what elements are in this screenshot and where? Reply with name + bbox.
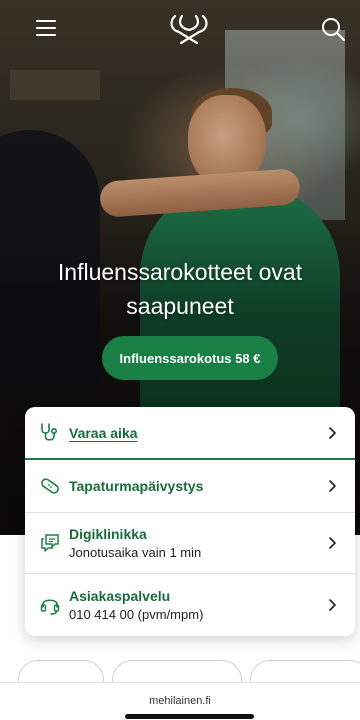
home-indicator[interactable] bbox=[125, 714, 254, 719]
top-navigation bbox=[0, 0, 360, 60]
hero-headline-line2: saapuneet bbox=[126, 293, 234, 319]
hero-headline: Influenssarokotteet ovat saapuneet bbox=[0, 255, 360, 323]
headset-icon bbox=[40, 598, 60, 615]
quick-link-customer-service[interactable]: Asiakaspalvelu 010 414 00 (pvm/mpm) bbox=[25, 574, 355, 635]
flu-vaccine-button[interactable]: Influenssarokotus 58 € bbox=[102, 336, 278, 380]
quick-links-card: Varaa aika Tapaturmapäivystys Digiklinik… bbox=[25, 407, 355, 636]
chevron-right-icon bbox=[329, 537, 336, 549]
hero-headline-line1: Influenssarokotteet ovat bbox=[57, 259, 303, 285]
bandage-icon bbox=[41, 478, 59, 494]
quick-link-digital-clinic[interactable]: Digiklinikka Jonotusaika vain 1 min bbox=[25, 513, 355, 574]
chevron-right-icon bbox=[329, 598, 336, 611]
chevron-right-icon bbox=[329, 426, 336, 439]
chat-icon bbox=[41, 534, 59, 552]
mehilainen-logo[interactable] bbox=[167, 12, 211, 46]
chevron-right-icon bbox=[329, 480, 336, 492]
quick-link-title: Digiklinikka bbox=[69, 526, 147, 542]
hamburger-menu-icon[interactable] bbox=[36, 20, 56, 36]
quick-link-subtitle: 010 414 00 (pvm/mpm) bbox=[69, 606, 204, 622]
quick-link-title: Tapaturmapäivystys bbox=[69, 478, 204, 494]
quick-link-title: Asiakaspalvelu bbox=[69, 587, 171, 604]
quick-link-subtitle: Jonotusaika vain 1 min bbox=[69, 545, 202, 560]
browser-url: mehilainen.fi bbox=[149, 695, 211, 707]
quick-link-book-appointment[interactable]: Varaa aika bbox=[25, 407, 355, 460]
quick-link-accident-emergency[interactable]: Tapaturmapäivystys bbox=[25, 460, 355, 513]
quick-link-title: Varaa aika bbox=[69, 424, 138, 441]
category-pills-row bbox=[0, 660, 360, 700]
stethoscope-icon bbox=[41, 422, 58, 441]
search-icon[interactable] bbox=[320, 16, 346, 42]
